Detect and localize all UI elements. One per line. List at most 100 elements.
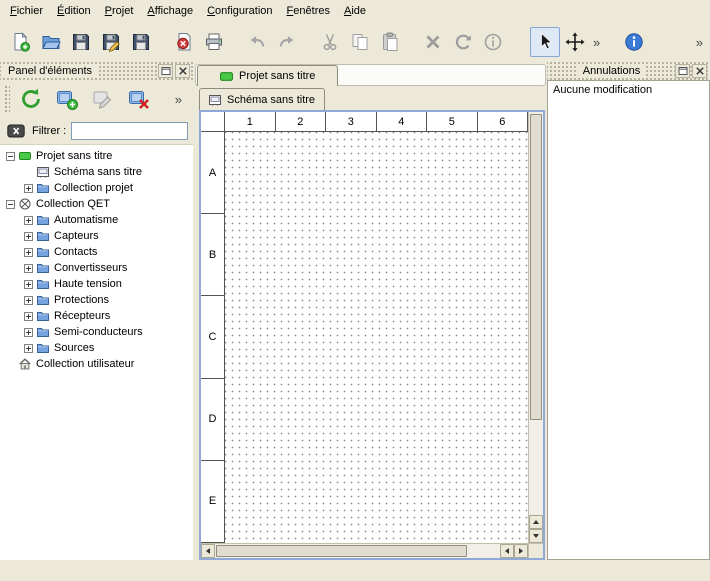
print-button[interactable]	[199, 27, 229, 57]
folder-icon	[37, 214, 49, 226]
expander-expand-icon[interactable]	[24, 328, 33, 337]
new-document-button[interactable]	[6, 27, 36, 57]
tree-item-collection-projet[interactable]: Collection projet	[0, 180, 193, 196]
menu-affichage[interactable]: Affichage	[140, 2, 200, 20]
tree-item-label: Automatisme	[53, 214, 118, 226]
horizontal-scrollbar[interactable]	[201, 543, 528, 558]
tree-item-sources[interactable]: Sources	[0, 340, 193, 356]
tree-item-automatisme[interactable]: Automatisme	[0, 212, 193, 228]
expander-expand-icon[interactable]	[24, 296, 33, 305]
tree-item-collection-qet[interactable]: Collection QET	[0, 196, 193, 212]
scroll-left-button-2[interactable]	[500, 544, 514, 558]
expander-expand-icon[interactable]	[24, 248, 33, 257]
menu-fichier[interactable]: Fichier	[3, 2, 50, 20]
expander-expand-icon[interactable]	[24, 264, 33, 273]
menu-configuration[interactable]: Configuration	[200, 2, 279, 20]
clear-filter-button[interactable]	[5, 121, 27, 141]
scrollbar-corner	[528, 543, 543, 558]
menu-aide[interactable]: Aide	[337, 2, 373, 20]
column-ruler: 1 2 3 4 5 6	[225, 112, 528, 132]
tab-projet-sans-titre[interactable]: Projet sans titre	[197, 65, 338, 86]
dock-close-button[interactable]	[175, 64, 190, 78]
filter-input[interactable]	[71, 122, 188, 140]
tree-item-protections[interactable]: Protections	[0, 292, 193, 308]
scroll-down-button[interactable]	[529, 529, 543, 543]
project-icon	[19, 150, 31, 162]
expander-collapse-icon[interactable]	[6, 152, 15, 161]
scroll-up-button[interactable]	[529, 515, 543, 529]
new-element-button[interactable]	[52, 84, 82, 114]
tree-item-capteurs[interactable]: Capteurs	[0, 228, 193, 244]
dock-float-button[interactable]	[158, 64, 173, 78]
menu-fenetres[interactable]: Fenêtres	[280, 2, 337, 20]
row-ruler: A B C D E	[201, 132, 225, 543]
vertical-scroll-thumb[interactable]	[530, 114, 542, 420]
undo-button[interactable]	[242, 27, 272, 57]
panel-toolbar-overflow-chevron[interactable]: »	[172, 92, 185, 107]
menu-projet[interactable]: Projet	[98, 2, 141, 20]
rotate-button[interactable]	[448, 27, 478, 57]
ruler-column-label: 1	[247, 116, 253, 128]
tab-schema-sans-titre[interactable]: Schéma sans titre	[199, 88, 325, 110]
elements-panel-titlebar[interactable]: Panel d'éléments	[0, 62, 193, 80]
select-mode-button[interactable]	[530, 27, 560, 57]
expander-collapse-icon[interactable]	[6, 200, 15, 209]
tree-item-haute-tension[interactable]: Haute tension	[0, 276, 193, 292]
save-button[interactable]	[66, 27, 96, 57]
undo-panel-titlebar[interactable]: Annulations	[547, 62, 710, 80]
expander-expand-icon[interactable]	[24, 344, 33, 353]
save-as-button[interactable]	[96, 27, 126, 57]
horizontal-scroll-track[interactable]	[215, 544, 500, 558]
paste-button[interactable]	[375, 27, 405, 57]
tree-item-convertisseurs[interactable]: Convertisseurs	[0, 260, 193, 276]
schema-tab-bar: Schéma sans titre	[193, 88, 547, 110]
qelectrotech-window: Fichier Édition Projet Affichage Configu…	[0, 0, 710, 581]
toolbar-overflow-chevron[interactable]: »	[590, 35, 603, 50]
delete-element-button[interactable]	[124, 84, 154, 114]
tree-item-contacts[interactable]: Contacts	[0, 244, 193, 260]
home-icon	[19, 358, 31, 370]
scroll-right-button[interactable]	[514, 544, 528, 558]
toolbar-grip-handle[interactable]	[4, 85, 10, 113]
expander-expand-icon[interactable]	[24, 232, 33, 241]
delete-button[interactable]	[418, 27, 448, 57]
tree-item-project[interactable]: Projet sans titre	[0, 148, 193, 164]
vertical-scrollbar[interactable]	[528, 112, 543, 543]
undo-history-list[interactable]: Aucune modification	[547, 80, 710, 560]
cut-button[interactable]	[315, 27, 345, 57]
close-file-button[interactable]	[169, 27, 199, 57]
tree-item-schema[interactable]: Schéma sans titre	[0, 164, 193, 180]
reload-collections-button[interactable]	[16, 84, 46, 114]
dock-close-button[interactable]	[692, 64, 707, 78]
menu-bar: Fichier Édition Projet Affichage Configu…	[0, 0, 710, 22]
redo-button[interactable]	[272, 27, 302, 57]
expander-expand-icon[interactable]	[24, 280, 33, 289]
toolbar-right-overflow-chevron[interactable]: »	[693, 35, 706, 50]
save-all-button[interactable]	[126, 27, 156, 57]
vertical-scroll-track[interactable]	[529, 112, 543, 515]
menu-edition-label: Édition	[57, 5, 91, 17]
edit-element-button[interactable]	[88, 84, 118, 114]
scroll-mode-button[interactable]	[560, 27, 590, 57]
horizontal-scroll-thumb[interactable]	[216, 545, 467, 557]
menu-projet-label: Projet	[105, 5, 134, 17]
tree-item-label: Haute tension	[53, 278, 122, 290]
toolbar-separator	[302, 27, 315, 57]
dock-float-button[interactable]	[675, 64, 690, 78]
scroll-left-button[interactable]	[201, 544, 215, 558]
folder-icon	[37, 310, 49, 322]
information-button[interactable]	[478, 27, 508, 57]
tree-item-semi-conducteurs[interactable]: Semi-conducteurs	[0, 324, 193, 340]
expander-expand-icon[interactable]	[24, 216, 33, 225]
expander-expand-icon[interactable]	[24, 184, 33, 193]
menu-edition[interactable]: Édition	[50, 2, 98, 20]
tree-item-label: Collection QET	[35, 198, 110, 210]
about-qet-button[interactable]	[619, 27, 649, 57]
tree-item-recepteurs[interactable]: Récepteurs	[0, 308, 193, 324]
copy-button[interactable]	[345, 27, 375, 57]
expander-expand-icon[interactable]	[24, 312, 33, 321]
tree-item-collection-utilisateur[interactable]: Collection utilisateur	[0, 356, 193, 372]
schema-canvas[interactable]	[225, 132, 528, 543]
tree-item-label: Schéma sans titre	[53, 166, 142, 178]
open-project-button[interactable]	[36, 27, 66, 57]
